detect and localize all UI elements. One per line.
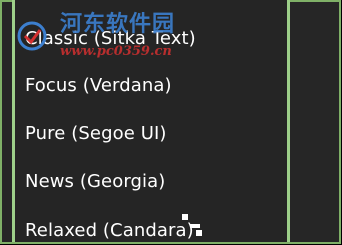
menu-item-pure[interactable]: Pure (Segoe UI): [25, 120, 287, 148]
corner-mark-icon: [182, 214, 202, 236]
screenshot-canvas: Classic (Sitka Text) Focus (Verdana) Pur…: [0, 0, 342, 245]
menu-item-focus[interactable]: Focus (Verdana): [25, 72, 287, 100]
menu-item-relaxed[interactable]: Relaxed (Candara): [25, 217, 287, 242]
menu-item-news[interactable]: News (Georgia): [25, 168, 287, 196]
font-style-menu: Classic (Sitka Text) Focus (Verdana) Pur…: [12, 0, 290, 242]
menu-item-classic[interactable]: Classic (Sitka Text): [25, 25, 287, 53]
